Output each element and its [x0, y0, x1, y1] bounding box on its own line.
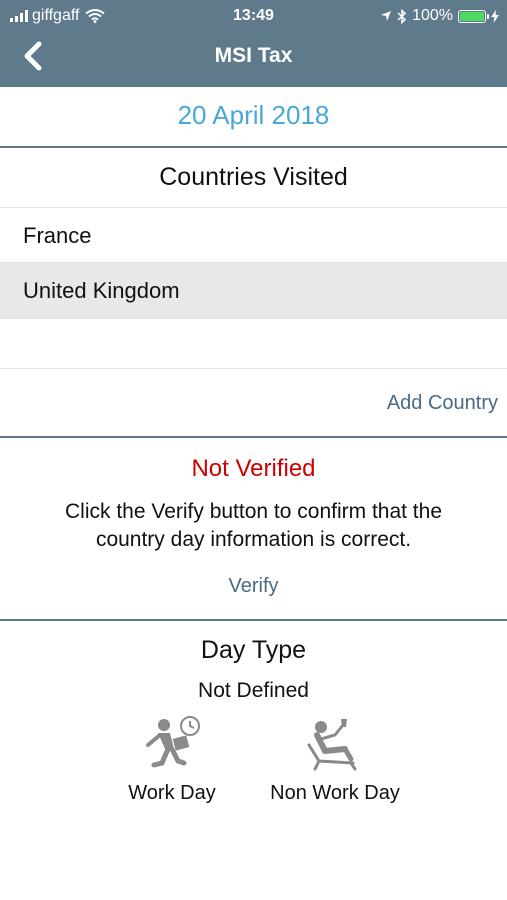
- non-work-day-icon: [307, 719, 357, 771]
- location-arrow-icon: [381, 11, 392, 21]
- countries-title: Countries Visited: [159, 163, 348, 191]
- day-type-title: Day Type: [200, 636, 307, 664]
- add-country-button[interactable]: Add Country: [387, 392, 498, 415]
- verification-status: Not Verified: [191, 455, 316, 482]
- verify-button[interactable]: Verify: [0, 575, 507, 598]
- divider: [0, 146, 507, 148]
- non-work-day-label: Non Work Day: [270, 782, 400, 804]
- charging-icon: [491, 9, 499, 23]
- divider: [0, 368, 507, 369]
- nav-header: giffgaff 13:49 100% MSI Tax: [0, 0, 507, 87]
- divider: [0, 318, 507, 319]
- verification-message: Click the Verify button to confirm that …: [64, 500, 442, 551]
- country-item-france[interactable]: France: [0, 208, 507, 263]
- work-day-label: Work Day: [128, 782, 216, 804]
- work-day-icon: [146, 716, 200, 768]
- battery-percent: 100%: [412, 7, 453, 24]
- country-item-united-kingdom[interactable]: United Kingdom: [0, 263, 507, 318]
- bluetooth-icon: [397, 8, 407, 24]
- date-label[interactable]: 20 April 2018: [0, 100, 507, 131]
- divider: [0, 619, 507, 621]
- page-title: MSI Tax: [214, 44, 293, 67]
- work-day-option[interactable]: Work Day: [122, 715, 222, 805]
- status-bar: giffgaff 13:49 100%: [0, 5, 507, 27]
- day-type-value: Not Defined: [198, 679, 309, 702]
- divider: [0, 436, 507, 438]
- battery-icon: [458, 9, 489, 23]
- non-work-day-option[interactable]: Non Work Day: [262, 715, 408, 805]
